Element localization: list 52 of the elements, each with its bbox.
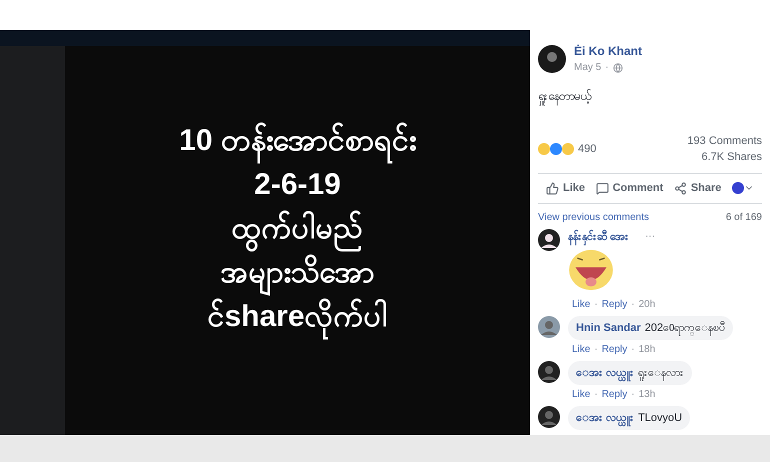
comment-count[interactable]: 193 Comments bbox=[687, 133, 762, 149]
comment-time: 13h bbox=[638, 388, 656, 402]
comment-time: 20h bbox=[638, 298, 656, 312]
audience-selector[interactable] bbox=[732, 182, 754, 194]
separator: · bbox=[631, 298, 635, 312]
comment-author[interactable]: Hnin Sandar bbox=[576, 318, 641, 338]
avatar bbox=[538, 44, 566, 72]
photo-caption-line: င်shareလိုက်ပါ bbox=[207, 294, 388, 338]
share-icon bbox=[674, 182, 687, 195]
post-text: ရှူးနေတာမယ့် bbox=[538, 87, 762, 105]
like-icon bbox=[546, 182, 559, 195]
separator: · bbox=[631, 388, 635, 402]
comment-time: 18h bbox=[638, 343, 656, 357]
photo-caption-line: ထွက်ပါမည် bbox=[232, 206, 364, 250]
avatar bbox=[538, 316, 560, 338]
comment-action-link[interactable]: Reply bbox=[602, 342, 628, 357]
photo-caption-line: အများသိအော bbox=[220, 250, 374, 294]
comment-action-link[interactable]: Reply bbox=[602, 297, 628, 312]
photo-caption-line: 2-6-19 bbox=[254, 166, 341, 202]
comment-icon bbox=[596, 182, 609, 195]
comment-action-link[interactable]: Like bbox=[572, 342, 590, 357]
comment-action-link[interactable]: Reply bbox=[602, 387, 628, 402]
sticker-icon bbox=[568, 249, 614, 291]
post-author[interactable]: Ėi Ko Khant bbox=[574, 42, 642, 60]
post-action-button[interactable]: Share bbox=[674, 180, 722, 196]
post-date[interactable]: May 5 bbox=[574, 60, 602, 75]
photo-caption-line: 10 တန်းအောင်စာရင်း bbox=[179, 118, 416, 162]
post-action-button[interactable]: Like bbox=[546, 180, 586, 196]
more-options[interactable]: ··· bbox=[645, 229, 656, 244]
comment-author[interactable]: ေအး လယ္ယူး bbox=[576, 363, 634, 383]
reaction-count[interactable]: 490 bbox=[578, 140, 596, 158]
comment-author[interactable]: ေအး လယ္ယူး bbox=[576, 408, 634, 428]
comment-text: 2020ေရာက္ေနၿပီ bbox=[644, 320, 726, 338]
avatar bbox=[538, 361, 560, 383]
comment-author[interactable]: နန်းနှင်းဆီ အေး bbox=[568, 228, 630, 245]
globe-icon bbox=[612, 62, 623, 72]
comment-action-link[interactable]: Like bbox=[572, 387, 590, 402]
post-action-button[interactable]: Comment bbox=[596, 180, 664, 196]
separator: · bbox=[594, 298, 598, 312]
reactions-icon bbox=[538, 143, 574, 155]
avatar bbox=[538, 406, 560, 428]
separator: · bbox=[605, 61, 609, 75]
view-previous-link[interactable]: View previous comments bbox=[538, 210, 649, 224]
comment-action-link[interactable]: Like bbox=[572, 297, 590, 312]
comment-text: TLovyoU bbox=[638, 411, 682, 426]
comment-pager: 6 of 169 bbox=[726, 210, 762, 224]
separator: · bbox=[594, 343, 598, 357]
separator: · bbox=[594, 388, 598, 402]
share-count[interactable]: 6.7K Shares bbox=[701, 149, 762, 165]
separator: · bbox=[631, 343, 635, 357]
comment-text: ရူးေနလား bbox=[638, 366, 684, 383]
avatar bbox=[538, 228, 560, 250]
